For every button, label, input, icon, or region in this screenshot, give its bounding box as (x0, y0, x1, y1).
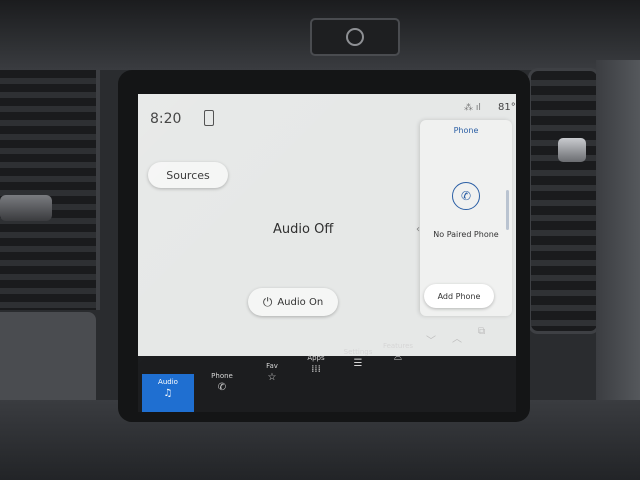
truck-icon: ⌓ (394, 352, 402, 363)
audio-on-label: Audio On (277, 296, 324, 308)
phone-panel-title: Phone (453, 126, 479, 135)
left-vent-knob[interactable] (0, 195, 52, 221)
phone-panel: Phone ✆ No Paired Phone Add Phone (420, 120, 512, 316)
nav-phone[interactable]: Phone ✆ (196, 368, 248, 412)
hazard-icon (346, 28, 364, 46)
add-phone-label: Add Phone (437, 291, 481, 301)
sliders-icon: ☰ (353, 358, 363, 369)
nav-features[interactable]: Features ⌓ (372, 338, 424, 394)
star-icon: ☆ (267, 372, 277, 383)
right-air-vent (528, 68, 600, 334)
hazard-button[interactable] (310, 18, 400, 56)
phone-icon: ✆ (217, 382, 227, 393)
infotainment-screen: 8:20 ⁂ ıl 81° Sources Audio Off ⏻ Audio … (138, 94, 516, 412)
nav-features-label: Features (382, 342, 414, 350)
audio-status-text: Audio Off (273, 222, 334, 237)
nav-fav-label: Fav (266, 362, 278, 370)
left-air-vent (0, 70, 100, 310)
phone-icon (204, 110, 214, 126)
nav-settings-label: Settings (343, 348, 373, 356)
nav-apps-label: Apps (307, 354, 325, 362)
call-icon: ✆ (452, 182, 480, 210)
scroll-indicator (506, 190, 509, 230)
apps-grid-icon: ⁞⁞⁞ (311, 364, 321, 375)
no-paired-phone-text: No Paired Phone (433, 230, 499, 239)
chevron-down-icon[interactable]: ﹀ (426, 332, 436, 347)
chevron-up-icon[interactable]: ︿ (452, 330, 462, 345)
signal-icon: ⁂ ıl (464, 103, 481, 113)
nav-audio-label: Audio (158, 378, 178, 386)
clock: 8:20 (150, 111, 182, 127)
window-switch-icon[interactable]: ⧉ (478, 326, 485, 337)
sources-button[interactable]: Sources (148, 162, 228, 188)
handset-glyph: ✆ (460, 189, 472, 203)
nav-phone-label: Phone (211, 372, 233, 380)
outside-temperature: 81° (498, 102, 516, 113)
bottom-nav-bar: Audio ♫ Phone ✆ Fav ☆ Apps ⁞⁞⁞ Settings … (138, 326, 516, 412)
music-note-icon: ♫ (163, 388, 173, 399)
add-phone-button[interactable]: Add Phone (424, 284, 494, 308)
status-bar: 8:20 ⁂ ıl 81° (138, 94, 516, 127)
power-icon: ⏻ (262, 294, 273, 309)
audio-on-button[interactable]: ⏻ Audio On (248, 288, 338, 316)
right-vent-knob[interactable] (558, 138, 586, 162)
sources-label: Sources (166, 168, 210, 182)
right-trim-panel (596, 60, 640, 400)
nav-audio[interactable]: Audio ♫ (142, 374, 194, 412)
